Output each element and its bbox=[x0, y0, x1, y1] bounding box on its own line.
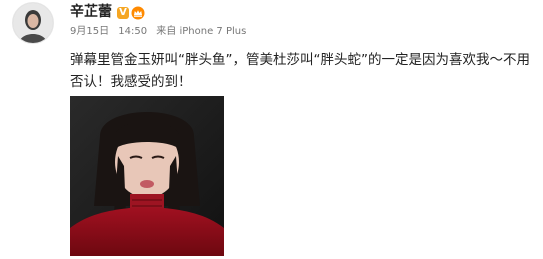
portrait-photo-icon bbox=[70, 96, 224, 256]
post-time[interactable]: 14:50 bbox=[118, 26, 147, 37]
post-text: 弹幕里管金玉妍叫“胖头鱼”，管美杜莎叫“胖头蛇”的一定是因为喜欢我～不用否认！我… bbox=[70, 52, 530, 90]
avatar-portrait-icon bbox=[13, 3, 53, 43]
verified-badge-icon[interactable]: V bbox=[117, 7, 129, 19]
post-image[interactable] bbox=[70, 96, 224, 256]
post-date[interactable]: 9月15日 bbox=[70, 26, 109, 37]
crown-member-icon[interactable] bbox=[131, 6, 145, 20]
weibo-post: 辛芷蕾 V 9月15日 14:50 来自 iPhone 7 Plus 弹幕里管金… bbox=[0, 0, 543, 259]
author-name[interactable]: 辛芷蕾 bbox=[70, 4, 112, 20]
avatar[interactable] bbox=[12, 2, 54, 44]
post-meta: 9月15日 14:50 来自 iPhone 7 Plus bbox=[70, 26, 246, 38]
author-badges: V bbox=[117, 6, 145, 20]
post-source: 来自 iPhone 7 Plus bbox=[156, 26, 247, 37]
